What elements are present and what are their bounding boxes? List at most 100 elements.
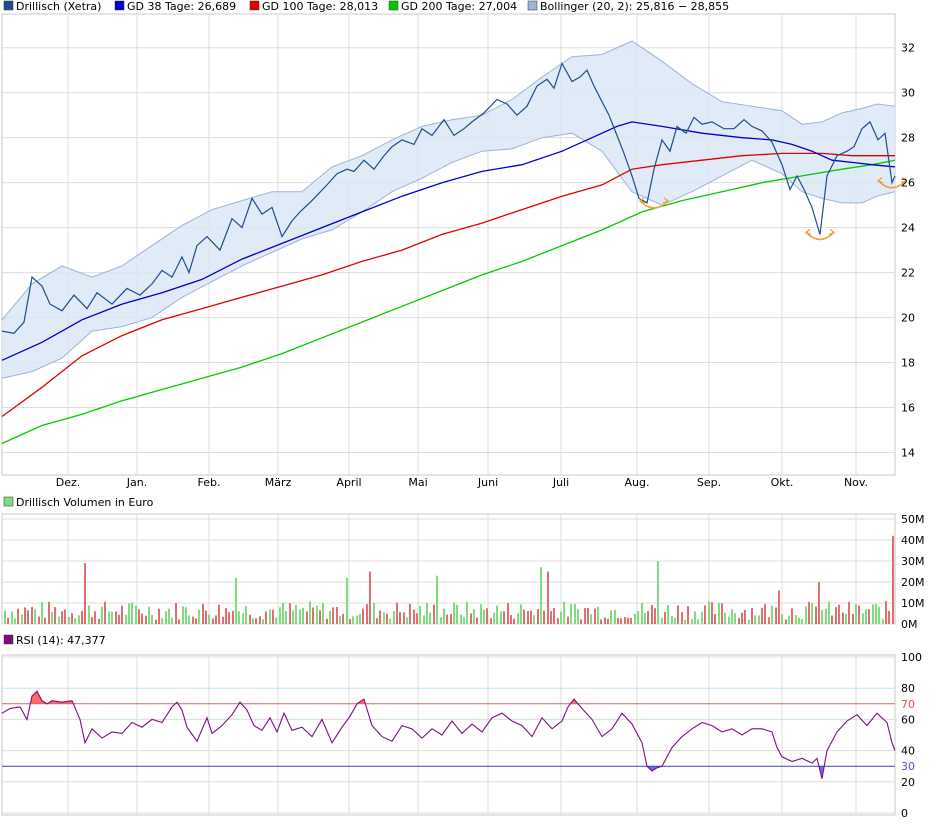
volume-bar — [429, 612, 431, 624]
volume-bar — [11, 611, 13, 624]
volume-bar — [131, 602, 133, 624]
volume-bar — [778, 590, 780, 624]
volume-bar — [192, 616, 194, 624]
volume-bar — [215, 615, 217, 624]
volume-bar — [275, 617, 277, 624]
volume-bar — [4, 610, 6, 624]
volume-y-tick-label: 40M — [901, 534, 925, 547]
volume-bar — [808, 601, 810, 624]
rsi-y-tick-label: 60 — [901, 713, 915, 726]
month-tick-label: Dez. — [56, 476, 81, 489]
price-y-tick-label: 18 — [901, 357, 915, 370]
volume-bar — [383, 612, 385, 624]
volume-bar — [14, 618, 16, 624]
volume-bar — [775, 607, 777, 624]
volume-bar — [523, 609, 525, 624]
volume-bar — [218, 604, 220, 624]
rsi-y-axis: 0 20 30 40 60 70 80 100 — [901, 651, 922, 820]
volume-bar — [309, 601, 311, 624]
volume-bar — [754, 615, 756, 624]
volume-bar — [306, 611, 308, 624]
volume-bar — [64, 609, 66, 624]
volume-bar — [687, 606, 689, 624]
legend-swatch-gd38 — [114, 0, 125, 11]
volume-bar — [507, 603, 509, 624]
volume-bar — [764, 603, 766, 624]
volume-bar — [771, 605, 773, 624]
volume-bar — [54, 607, 56, 624]
volume-bar — [433, 604, 435, 624]
volume-bar — [118, 614, 120, 624]
volume-bar — [265, 611, 267, 624]
legend-swatch-price — [3, 0, 14, 11]
volume-bar — [788, 615, 790, 624]
legend-swatch-volume — [3, 496, 14, 507]
month-tick-label: Okt. — [771, 476, 794, 489]
volume-bar — [48, 601, 50, 624]
volume-bar — [302, 607, 304, 624]
volume-bar — [225, 608, 227, 624]
volume-bar — [61, 611, 63, 624]
volume-bar — [17, 608, 19, 624]
volume-bar — [141, 613, 143, 624]
volume-bar — [801, 619, 803, 624]
rsi-panel: RSI (14): 47,377 0 20 30 40 60 70 80 100 — [1, 634, 922, 820]
volume-bar — [553, 608, 555, 624]
volume-bar — [570, 603, 572, 624]
volume-bar — [366, 604, 368, 624]
legend-bollinger: Bollinger (20, 2): 25,816 − 28,855 — [540, 0, 729, 13]
legend-price: Drillisch (Xetra) — [16, 0, 101, 13]
volume-bar — [285, 611, 287, 624]
volume-bar — [530, 610, 532, 624]
volume-bar — [128, 603, 130, 624]
volume-bar — [269, 609, 271, 624]
volume-bar — [694, 611, 696, 624]
volume-bar — [135, 605, 137, 624]
volume-bar — [610, 610, 612, 624]
volume-bar — [584, 608, 586, 624]
volume-bar — [356, 615, 358, 624]
volume-bar — [386, 613, 388, 624]
volume-bar — [493, 612, 495, 624]
volume-bar — [446, 614, 448, 624]
volume-bar — [798, 618, 800, 624]
volume-bar — [500, 611, 502, 624]
volume-bar — [661, 617, 663, 624]
volume-bar — [98, 618, 100, 624]
volume-bar — [423, 615, 425, 624]
bollinger-lower-line — [1, 132, 896, 379]
rsi-y-tick-label: 80 — [901, 682, 915, 695]
volume-bar — [724, 612, 726, 624]
volume-bar — [624, 617, 626, 624]
legend-swatch-gd100 — [249, 0, 260, 11]
volume-bar — [587, 607, 589, 624]
volume-bar — [436, 575, 438, 624]
price-y-tick-label: 30 — [901, 87, 915, 100]
volume-bar — [761, 607, 763, 624]
volume-y-tick-label: 50M — [901, 513, 925, 526]
volume-bar — [503, 611, 505, 624]
volume-bar — [845, 613, 847, 624]
volume-bar — [550, 611, 552, 624]
volume-bar — [151, 614, 153, 624]
volume-bar — [279, 607, 281, 624]
volume-bar — [855, 604, 857, 624]
volume-bar — [235, 577, 237, 624]
volume-bar — [7, 617, 9, 624]
rsi-frame — [1, 654, 896, 816]
rsi-grid — [2, 655, 895, 815]
volume-bar — [332, 607, 334, 624]
volume-bar — [336, 607, 338, 624]
rsi-y-tick-label: 70 — [901, 698, 915, 711]
volume-bar — [818, 582, 820, 624]
volume-bar — [865, 609, 867, 624]
volume-bar — [473, 609, 475, 624]
volume-bar — [195, 618, 197, 624]
volume-bar — [567, 616, 569, 624]
volume-y-tick-label: 10M — [901, 597, 925, 610]
volume-bar — [249, 614, 251, 624]
month-tick-label: April — [336, 476, 361, 489]
volume-bar — [84, 563, 86, 624]
volume-bar — [768, 617, 770, 624]
volume-panel: Drillisch Volumen in Euro 0M 10M 20M 30M 40M… — [1, 496, 925, 631]
